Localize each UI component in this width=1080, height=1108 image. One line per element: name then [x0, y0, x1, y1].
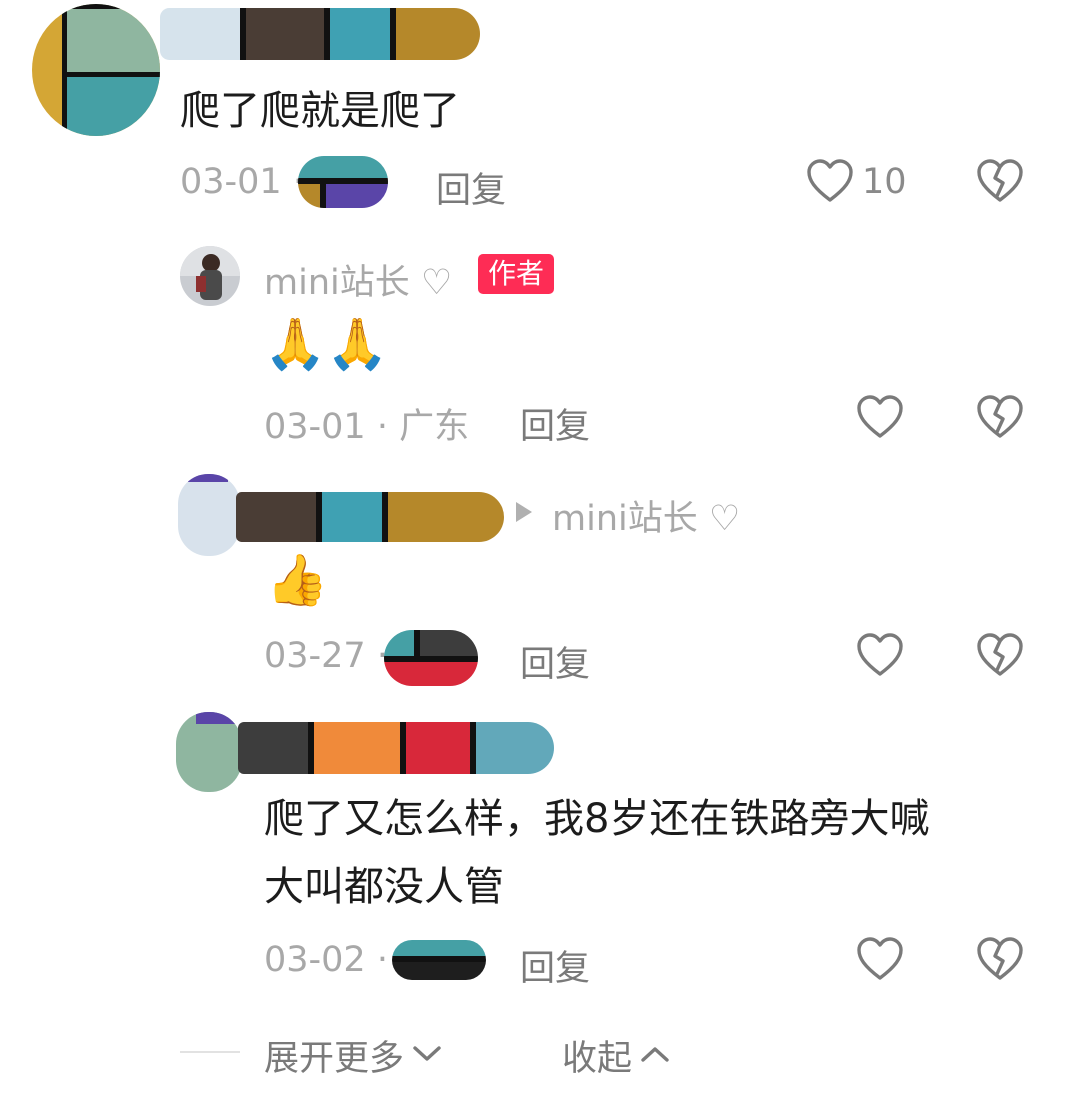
- username-redacted[interactable]: [236, 492, 504, 542]
- comment-emoji: 🙏🙏: [264, 315, 389, 373]
- location-redacted: [392, 940, 486, 980]
- broken-heart-icon[interactable]: [976, 394, 1024, 440]
- username-redacted[interactable]: [238, 722, 554, 774]
- reply-button[interactable]: 回复: [436, 162, 506, 213]
- comment-text: 爬了爬就是爬了: [180, 88, 460, 134]
- heart-outline-icon[interactable]: [806, 158, 854, 204]
- heart-outline-icon[interactable]: [856, 394, 904, 440]
- reply-button[interactable]: 回复: [520, 398, 590, 449]
- heart-outline-icon[interactable]: [856, 936, 904, 982]
- comment-date-location: 03-01 · 广东: [264, 407, 470, 447]
- heart-outline-icon[interactable]: [856, 632, 904, 678]
- username[interactable]: mini站长 ♡: [264, 254, 452, 305]
- expand-more-label: 展开更多: [264, 1039, 405, 1079]
- comment-emoji: 👍: [266, 551, 329, 609]
- reply-arrow-icon: [516, 502, 532, 522]
- chevron-down-icon: [412, 1044, 442, 1068]
- comment-date: 03-27 ·: [264, 636, 388, 676]
- broken-heart-icon[interactable]: [976, 936, 1024, 982]
- chevron-up-icon: [640, 1044, 670, 1068]
- collapse-label: 收起: [562, 1039, 633, 1079]
- reply-to-username[interactable]: mini站长 ♡: [552, 490, 740, 541]
- location-redacted: [298, 156, 388, 208]
- comment-date: 03-02 ·: [264, 940, 388, 980]
- location-redacted: [384, 630, 478, 686]
- reply-button[interactable]: 回复: [520, 636, 590, 687]
- avatar-redacted[interactable]: [178, 474, 240, 556]
- collapse-button[interactable]: 收起: [562, 1030, 670, 1081]
- divider: [180, 1051, 240, 1053]
- comment-date: 03-01 ·: [180, 162, 304, 202]
- avatar-redacted[interactable]: [32, 4, 160, 136]
- like-count: 10: [862, 162, 907, 202]
- avatar-redacted[interactable]: [176, 712, 242, 792]
- username-redacted[interactable]: [160, 8, 480, 60]
- reply-button[interactable]: 回复: [520, 940, 590, 991]
- expand-more-button[interactable]: 展开更多: [264, 1030, 442, 1081]
- comment-text-line1: 爬了又怎么样，我8岁还在铁路旁大喊: [264, 796, 930, 842]
- comment-text-line2: 大叫都没人管: [264, 864, 504, 910]
- avatar[interactable]: [180, 246, 240, 306]
- broken-heart-icon[interactable]: [976, 632, 1024, 678]
- author-badge: 作者: [478, 254, 555, 294]
- broken-heart-icon[interactable]: [976, 158, 1024, 204]
